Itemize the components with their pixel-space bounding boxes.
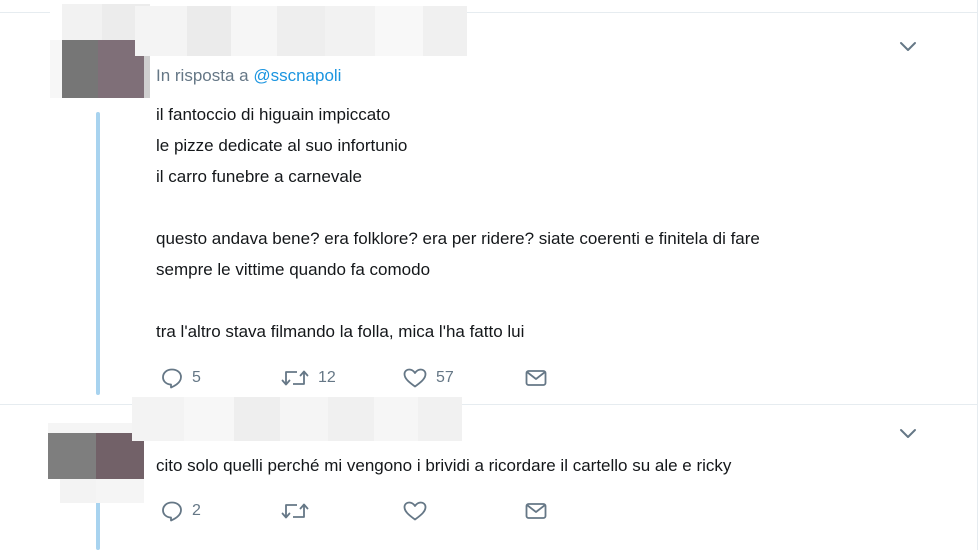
- retweet-icon: [281, 503, 309, 519]
- like-button[interactable]: [402, 500, 524, 522]
- reply-count: 5: [192, 369, 201, 386]
- reply-button[interactable]: 5: [160, 367, 280, 389]
- tweet-text: cito solo quelli perché mi vengono i bri…: [156, 456, 732, 475]
- avatar[interactable]: [48, 423, 144, 503]
- reply-icon: [162, 501, 182, 522]
- like-icon: [403, 501, 427, 521]
- chevron-down-icon[interactable]: [898, 427, 918, 441]
- reply-to-prefix: In risposta a: [156, 66, 254, 85]
- direct-message-button[interactable]: [524, 501, 548, 521]
- retweet-button[interactable]: [280, 500, 402, 522]
- reply-button[interactable]: 2: [160, 500, 280, 522]
- retweet-count: 12: [318, 369, 336, 386]
- like-icon: [403, 368, 427, 388]
- message-icon: [525, 370, 547, 386]
- tweet[interactable]: In risposta a @sscnapoli il fantoccio di…: [0, 0, 977, 402]
- user-name[interactable]: [135, 6, 467, 56]
- tweet-actions: 5 12 57: [160, 366, 548, 390]
- tweet-text: il fantoccio di higuain impiccato le piz…: [156, 105, 760, 341]
- retweet-button[interactable]: 12: [280, 367, 402, 389]
- retweet-icon: [281, 370, 309, 386]
- reply-context: In risposta a @sscnapoli: [156, 66, 341, 86]
- like-button[interactable]: 57: [402, 367, 524, 389]
- reply-icon: [162, 368, 182, 389]
- tweet[interactable]: cito solo quelli perché mi vengono i bri…: [0, 397, 977, 550]
- reply-to-handle[interactable]: @sscnapoli: [253, 66, 341, 85]
- message-icon: [525, 503, 547, 519]
- tweet-actions: 2: [160, 499, 548, 523]
- chevron-down-icon[interactable]: [898, 40, 918, 54]
- reply-count: 2: [192, 502, 201, 519]
- like-count: 57: [436, 369, 454, 386]
- direct-message-button[interactable]: [524, 368, 548, 388]
- user-name[interactable]: [132, 397, 462, 441]
